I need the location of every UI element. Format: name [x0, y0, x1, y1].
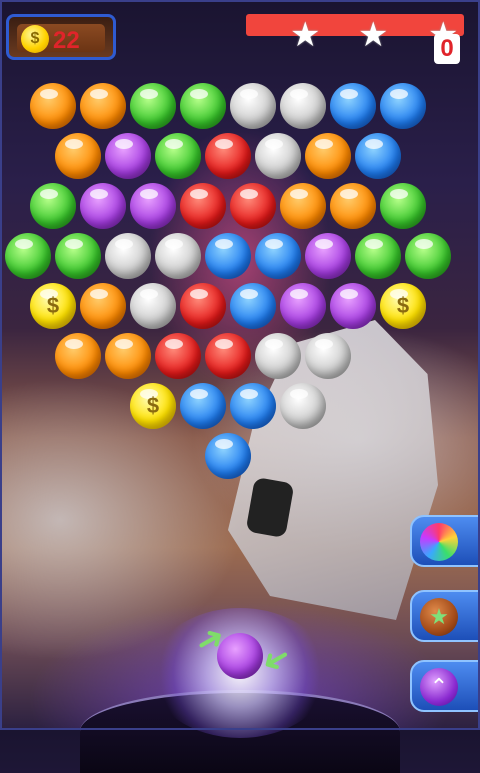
green-bubble — [355, 233, 401, 279]
bomb-powerup-button[interactable]: ★ — [410, 590, 480, 642]
red-bubble — [180, 183, 226, 229]
gray-bubble — [130, 283, 176, 329]
orange-bubble — [305, 133, 351, 179]
rainbow-ball-icon — [420, 523, 458, 561]
green-bubble — [130, 83, 176, 129]
green-bubble — [30, 183, 76, 229]
blue-bubble — [230, 383, 276, 429]
blue-bubble — [180, 383, 226, 429]
green-bubble — [405, 233, 451, 279]
gray-bubble — [305, 333, 351, 379]
green-bubble — [5, 233, 51, 279]
chevron-up-icon: ⌃ — [420, 668, 458, 706]
green-bubble — [380, 183, 426, 229]
orange-bubble — [80, 283, 126, 329]
aim-up-powerup-button[interactable]: ⌃ — [410, 660, 480, 712]
purple-bubble — [105, 133, 151, 179]
orange-bubble — [55, 133, 101, 179]
coin-symbol: $ — [146, 393, 160, 418]
purple-bubble — [80, 183, 126, 229]
blue-bubble — [230, 283, 276, 329]
gray-bubble — [155, 233, 201, 279]
gray-bubble — [105, 233, 151, 279]
red-bubble — [155, 333, 201, 379]
blue-bubble — [380, 83, 426, 129]
gray-bubble — [255, 333, 301, 379]
rainbow-ball-powerup-button[interactable] — [410, 515, 480, 567]
orange-bubble — [330, 183, 376, 229]
coin-bubble: $ — [30, 283, 76, 329]
gray-bubble — [230, 83, 276, 129]
green-bubble — [55, 233, 101, 279]
coin-symbol: $ — [396, 293, 410, 318]
orange-bubble — [30, 83, 76, 129]
blue-bubble — [205, 433, 251, 479]
purple-bubble — [130, 183, 176, 229]
shooter-bubble[interactable] — [217, 633, 263, 679]
gray-bubble — [280, 83, 326, 129]
red-bubble — [180, 283, 226, 329]
purple-bubble — [305, 233, 351, 279]
coin-bubble: $ — [380, 283, 426, 329]
bomb-icon: ★ — [420, 598, 458, 636]
blue-bubble — [330, 83, 376, 129]
orange-bubble — [80, 83, 126, 129]
red-bubble — [230, 183, 276, 229]
purple-bubble — [280, 283, 326, 329]
gray-bubble — [255, 133, 301, 179]
orange-bubble — [280, 183, 326, 229]
red-bubble — [205, 333, 251, 379]
orange-bubble — [55, 333, 101, 379]
coin-bubble: $ — [130, 383, 176, 429]
blue-bubble — [255, 233, 301, 279]
coin-symbol: $ — [46, 293, 60, 318]
blue-bubble — [355, 133, 401, 179]
gray-bubble — [280, 383, 326, 429]
orange-bubble — [105, 333, 151, 379]
red-bubble — [205, 133, 251, 179]
green-bubble — [155, 133, 201, 179]
blue-bubble — [205, 233, 251, 279]
purple-bubble — [330, 283, 376, 329]
green-bubble — [180, 83, 226, 129]
